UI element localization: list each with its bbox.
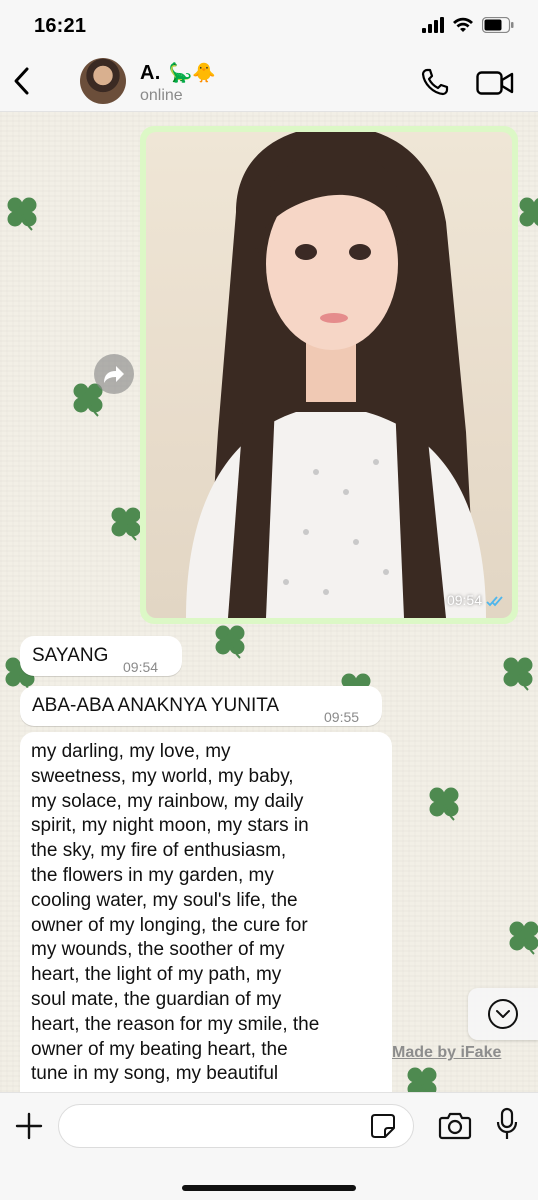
wifi-icon	[453, 17, 473, 32]
clover-icon	[502, 656, 534, 691]
message-line: soul mate, the guardian of my	[31, 988, 282, 1010]
microphone-icon[interactable]	[496, 1107, 518, 1141]
plus-icon[interactable]	[14, 1111, 44, 1141]
photo[interactable]: 09:54	[146, 132, 512, 618]
message-time: 09:54	[123, 659, 159, 675]
incoming-message[interactable]: ABA-ABA ANAKNYA YUNITA 09:55	[20, 686, 382, 726]
watermark: Made by iFake	[392, 1044, 502, 1061]
video-camera-icon[interactable]	[476, 70, 514, 96]
message-line: sweetness, my world, my baby,	[31, 765, 294, 787]
message-line: the flowers in my garden, my	[31, 864, 274, 886]
message-line: the sky, my fire of enthusiasm,	[31, 840, 287, 862]
clover-icon	[428, 786, 460, 821]
incoming-message[interactable]: my darling, my love, my sweetness, my wo…	[20, 732, 392, 1092]
camera-icon[interactable]	[438, 1112, 472, 1140]
scroll-to-bottom-button[interactable]	[468, 988, 538, 1040]
message-line: cooling water, my soul's life, the	[31, 889, 298, 911]
message-input[interactable]	[58, 1104, 414, 1148]
sticker-icon[interactable]	[370, 1113, 396, 1139]
message-line: owner of my longing, the cure for	[31, 914, 308, 936]
message-time: 09:55	[324, 709, 360, 725]
read-ticks-icon	[486, 596, 503, 607]
status-time: 16:21	[34, 15, 87, 37]
status-icons	[422, 16, 514, 34]
clover-icon	[406, 1066, 438, 1092]
message-line: my darling, my love, my	[31, 741, 231, 762]
avatar[interactable]	[80, 58, 126, 104]
message-line: spirit, my night moon, my stars in	[31, 815, 309, 837]
message-line: my wounds, the soother of my	[31, 939, 285, 961]
contact-emojis: 🦕🐥	[168, 63, 217, 84]
message-line: owner of my beating heart, the	[31, 1038, 288, 1060]
photo-portrait	[186, 132, 486, 618]
forward-arrow-icon	[104, 366, 124, 383]
input-bar	[0, 1092, 538, 1200]
battery-icon	[482, 17, 514, 33]
clover-icon	[508, 920, 538, 955]
status-bar: 16:21	[0, 0, 538, 52]
clover-icon	[6, 196, 38, 231]
message-line: my solace, my rainbow, my daily	[31, 790, 304, 812]
contact-name-text: A.	[140, 62, 161, 84]
back-chevron-icon[interactable]	[10, 66, 34, 96]
clover-icon	[214, 624, 246, 659]
message-time: 09:54	[446, 592, 482, 608]
message-line: heart, the reason for my smile, the	[31, 1013, 320, 1035]
home-indicator[interactable]	[182, 1185, 356, 1191]
forward-button[interactable]	[94, 354, 134, 394]
contact-name[interactable]: A. 🦕🐥	[140, 61, 216, 85]
chevron-down-circle-icon	[488, 999, 518, 1029]
chat-header: A. 🦕🐥 online	[0, 52, 538, 112]
signal-icon	[422, 17, 444, 33]
image-message[interactable]: 09:54	[140, 126, 518, 624]
phone-icon[interactable]	[420, 67, 450, 97]
contact-status: online	[140, 87, 183, 104]
message-line: heart, the light of my path, my	[31, 964, 282, 986]
message-text: SAYANG	[32, 645, 109, 666]
message-line: tune in my song, my beautiful	[31, 1063, 279, 1085]
chat-area[interactable]: 09:54 SAYANG 09:54 ABA-ABA ANAKNYA YUNIT…	[0, 112, 538, 1092]
message-text: ABA-ABA ANAKNYA YUNITA	[32, 695, 280, 716]
incoming-message[interactable]: SAYANG 09:54	[20, 636, 182, 676]
